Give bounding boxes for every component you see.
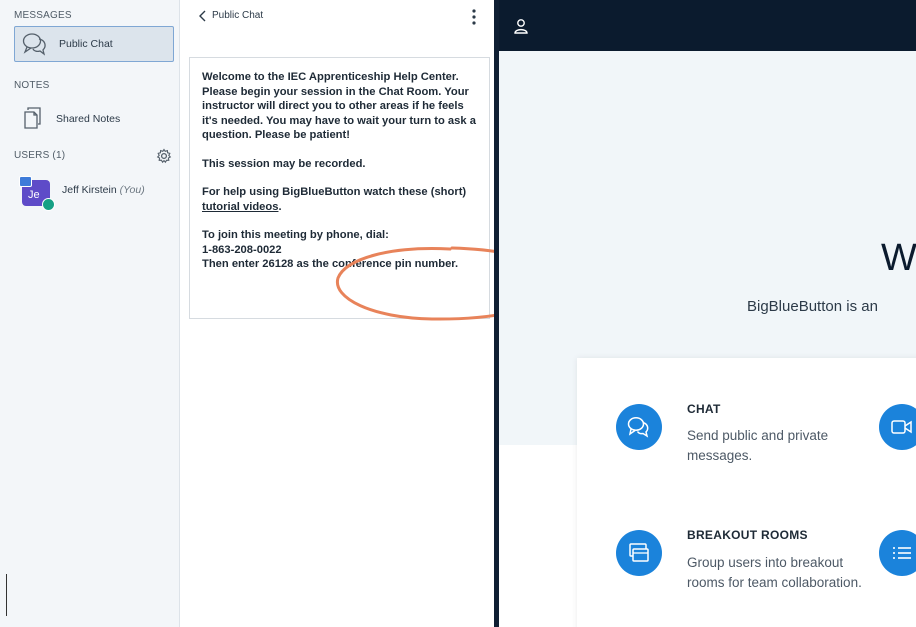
presenter-screen-icon [19,176,32,187]
help-text-period: . [278,200,282,213]
feature-desc-chat: Send public and private messages. [687,428,829,463]
chat-bubbles-icon [22,33,46,56]
user-list-item[interactable]: Je Jeff Kirstein (You) [14,174,174,211]
feature-title-chat: CHAT [687,402,721,416]
breakout-rooms-icon [616,530,662,576]
chat-panel: Public Chat Welcome to the IEC Apprentic… [180,0,559,627]
shared-notes-label: Shared Notes [56,113,121,125]
chat-bubbles-icon [616,404,662,450]
features-card: CHAT Send public and private messages. B… [577,358,916,627]
chat-title[interactable]: Public Chat [212,10,263,21]
welcome-paragraph-2: This session may be recorded. [202,157,366,170]
chat-header: Public Chat [180,0,494,30]
notes-section-title: NOTES [14,80,50,91]
avatar: Je [19,176,55,211]
avatar-initials: Je [28,189,40,201]
user-name-text: Jeff Kirstein [62,184,117,196]
public-chat-label: Public Chat [59,38,113,50]
gear-icon[interactable] [156,148,172,164]
user-icon[interactable] [513,18,529,34]
microphone-icon [42,198,55,211]
list-icon [879,530,916,576]
notes-document-icon [24,107,41,129]
tutorial-videos-link[interactable]: tutorial videos [202,201,278,213]
welcome-paragraph-1: Welcome to the IEC Apprenticeship Help C… [202,71,476,141]
hero-tagline: BigBlueButton is an [747,298,878,315]
presentation-area: W BigBlueButton is an CHAT Send public a… [499,0,916,627]
top-bar [499,0,916,51]
sidebar-item-public-chat[interactable]: Public Chat [14,26,174,62]
sidebar-item-shared-notes[interactable]: Shared Notes [14,104,174,134]
text-cursor [6,574,7,616]
dial-in-text: To join this meeting by phone, dial: [202,229,389,241]
chevron-left-icon[interactable] [198,10,208,22]
sidebar: MESSAGES Public Chat NOTES Shared Notes … [0,0,180,627]
users-section-title: USERS (1) [14,150,66,161]
user-name: Jeff Kirstein (You) [62,184,145,196]
kebab-menu-icon[interactable] [472,8,476,26]
feature-desc-breakout: Group users into breakout rooms for team… [687,555,862,590]
messages-section-title: MESSAGES [14,10,72,21]
hero-heading: W [881,237,916,279]
help-text: For help using BigBlueButton watch these… [202,186,467,198]
feature-title-breakout: BREAKOUT ROOMS [687,528,808,542]
you-tag: (You) [119,184,145,196]
dial-in-number: 1-863-208-0022 [202,243,282,256]
welcome-paragraph-3: For help using BigBlueButton watch these… [202,185,477,214]
video-camera-icon [879,404,916,450]
